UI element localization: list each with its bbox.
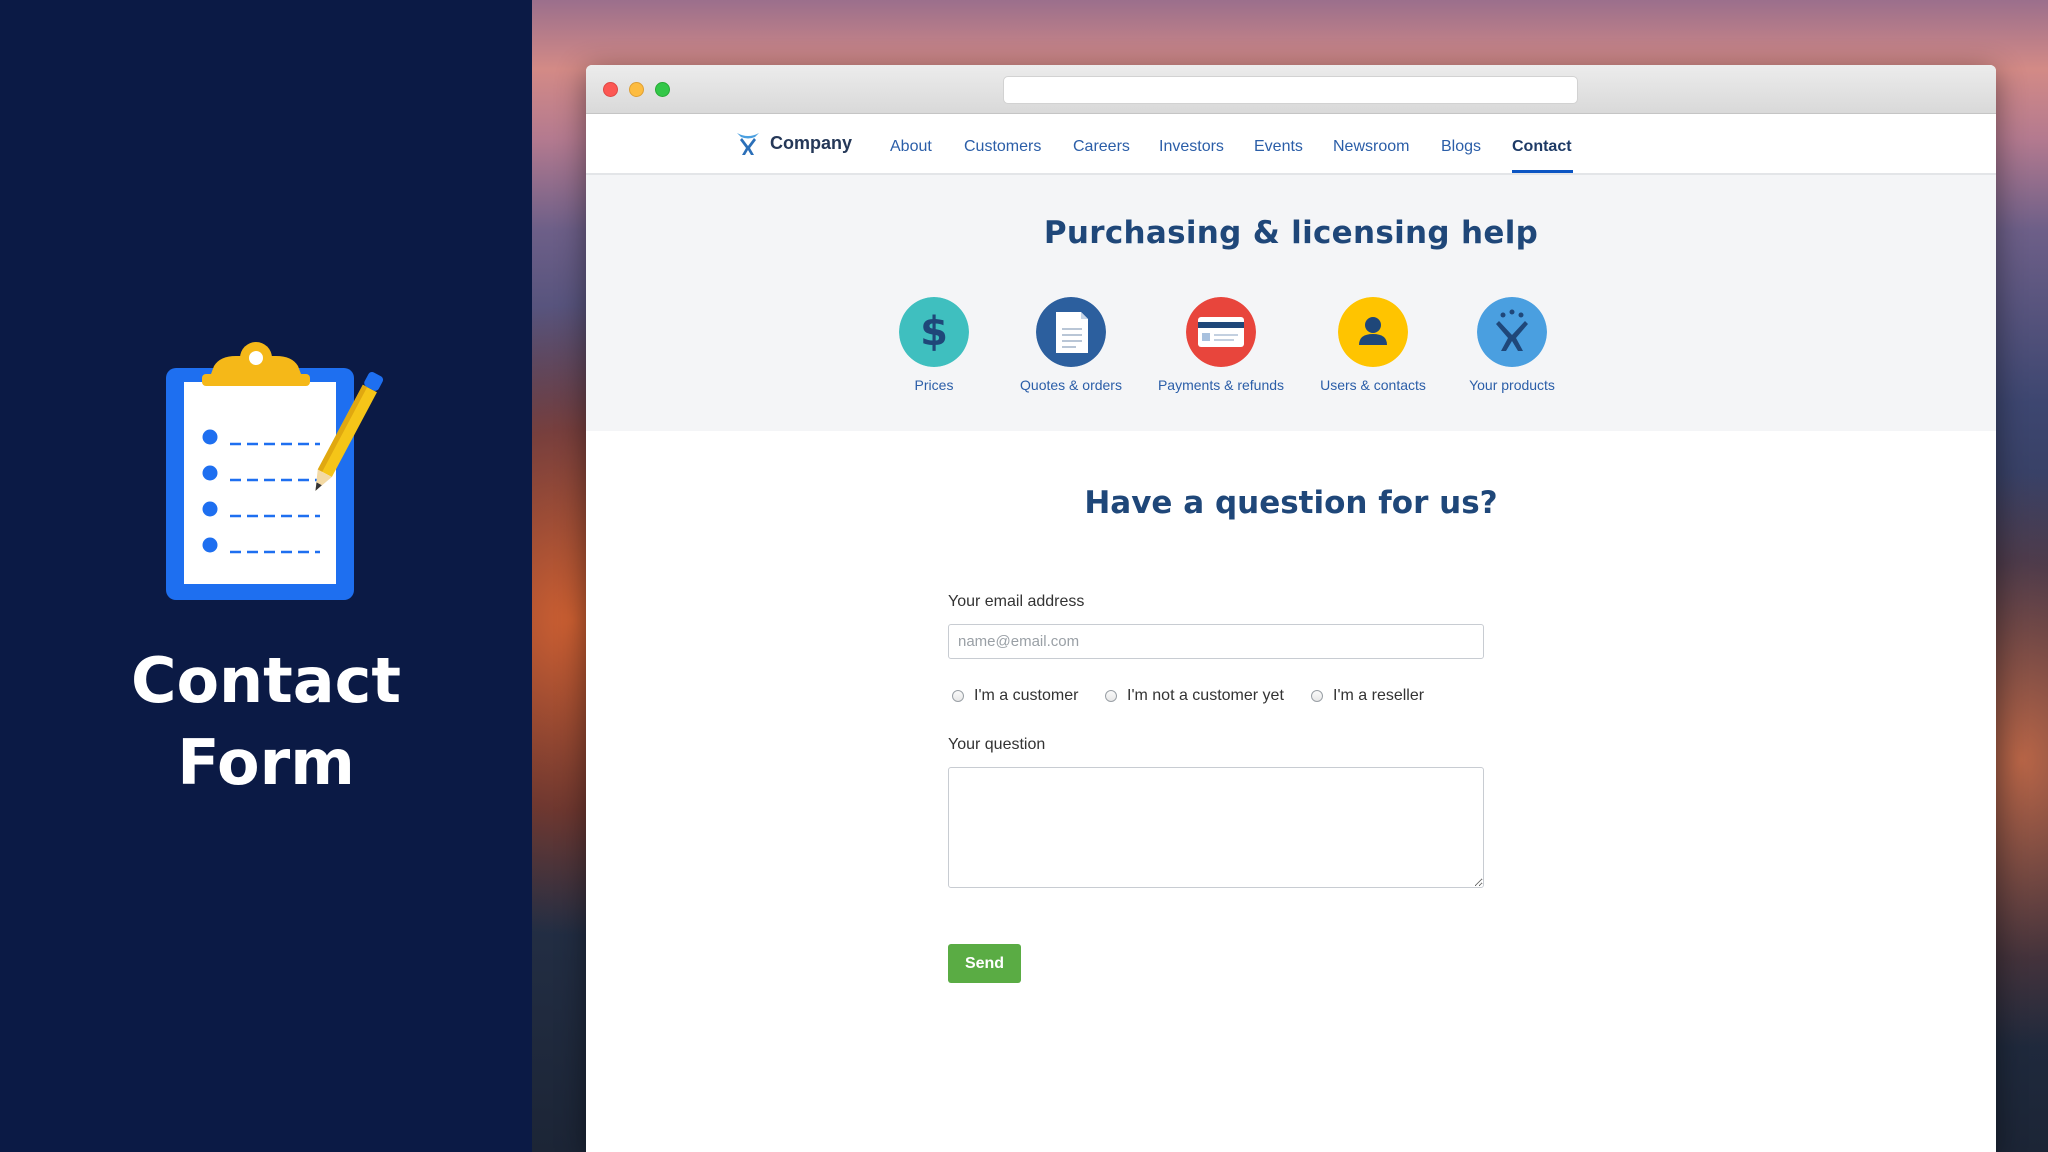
panel-title-line-1: Contact — [130, 644, 402, 717]
radio-option-customer[interactable]: I'm a customer — [952, 687, 1078, 705]
nav-item-investors[interactable]: Investors — [1159, 138, 1224, 156]
radio-button[interactable] — [1311, 690, 1323, 702]
radio-button[interactable] — [1105, 690, 1117, 702]
panel-title-line-2: Form — [177, 726, 355, 799]
company-logo[interactable]: Company — [734, 128, 852, 158]
question-label: Your question — [948, 736, 1046, 753]
nav-item-about[interactable]: About — [890, 138, 932, 156]
window-maximize-button[interactable] — [655, 82, 670, 97]
help-item-your-products[interactable]: Your products — [1437, 297, 1587, 393]
browser-title-bar — [586, 65, 1996, 114]
browser-window: Company About Customers Careers Investor… — [586, 65, 1996, 1152]
help-item-payments-refunds[interactable]: Payments & refunds — [1146, 297, 1296, 393]
help-item-quotes-orders[interactable]: Quotes & orders — [996, 297, 1146, 393]
help-title: Purchasing & licensing help — [1043, 215, 1539, 251]
nav-item-newsroom[interactable]: Newsroom — [1333, 138, 1409, 156]
email-label: Your email address — [948, 593, 1085, 610]
question-textarea[interactable] — [948, 767, 1484, 888]
nav-item-careers[interactable]: Careers — [1073, 138, 1130, 156]
nav-item-blogs[interactable]: Blogs — [1441, 138, 1481, 156]
radio-label: I'm not a customer yet — [1127, 687, 1284, 704]
help-item-users-contacts[interactable]: Users & contacts — [1298, 297, 1448, 393]
radio-option-not-customer[interactable]: I'm not a customer yet — [1105, 687, 1284, 705]
logo-text: Company — [770, 132, 853, 153]
left-panel: Contact Form — [0, 0, 532, 1152]
help-label-payments-refunds: Payments & refunds — [1157, 377, 1285, 393]
help-label-prices: Prices — [914, 377, 954, 393]
window-close-button[interactable] — [603, 82, 618, 97]
clipboard-checklist-pencil-icon — [166, 342, 384, 600]
document-icon — [1036, 297, 1106, 367]
nav-item-customers[interactable]: Customers — [964, 138, 1041, 156]
product-logo-icon — [1477, 297, 1547, 367]
help-item-prices[interactable]: $ Prices — [859, 297, 1009, 393]
help-label-your-products: Your products — [1469, 377, 1555, 393]
help-label-quotes-orders: Quotes & orders — [1020, 377, 1122, 393]
svg-text:$: $ — [920, 309, 948, 355]
nav-item-contact[interactable]: Contact — [1512, 138, 1572, 156]
credit-card-icon — [1186, 297, 1256, 367]
user-icon — [1338, 297, 1408, 367]
site-navigation: Company About Customers Careers Investor… — [586, 114, 1996, 175]
send-button[interactable]: Send — [948, 944, 1021, 983]
help-label-users-contacts: Users & contacts — [1320, 377, 1426, 393]
active-nav-underline — [1512, 170, 1573, 173]
radio-option-reseller[interactable]: I'm a reseller — [1311, 687, 1424, 705]
company-logo-icon — [737, 133, 759, 155]
email-field[interactable] — [948, 624, 1484, 659]
address-bar[interactable] — [1003, 76, 1578, 104]
dollar-icon: $ — [899, 297, 969, 367]
radio-label: I'm a customer — [974, 687, 1079, 704]
form-title: Have a question for us? — [1084, 485, 1498, 521]
help-section: Purchasing & licensing help $ Prices Quo… — [586, 175, 1996, 431]
nav-item-events[interactable]: Events — [1254, 138, 1303, 156]
panel-title: Contact Form — [0, 640, 532, 804]
window-minimize-button[interactable] — [629, 82, 644, 97]
radio-label: I'm a reseller — [1333, 687, 1425, 704]
radio-button[interactable] — [952, 690, 964, 702]
